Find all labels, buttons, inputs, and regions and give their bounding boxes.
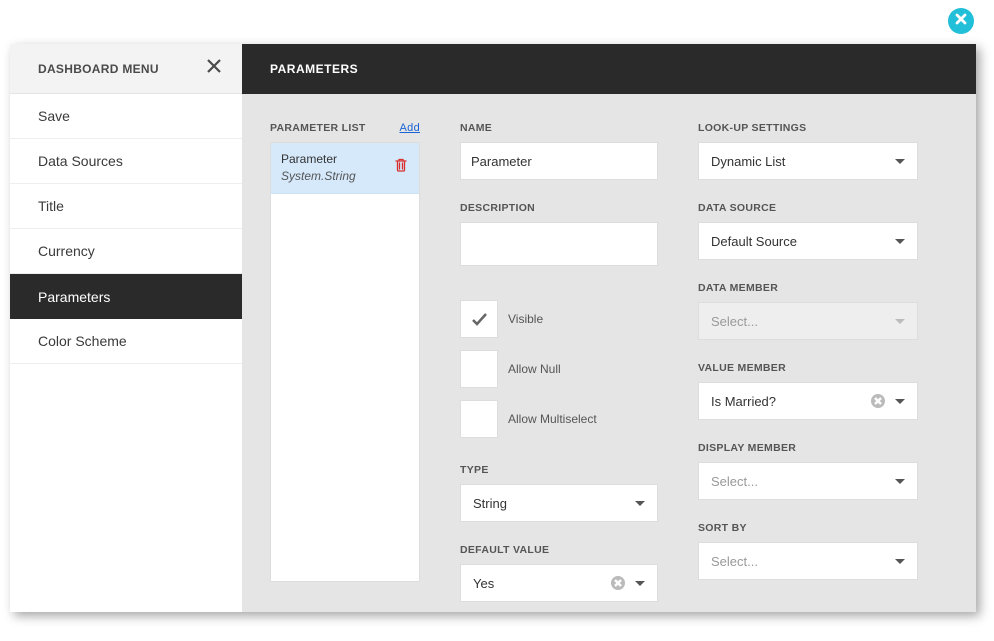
allow-multiselect-checkbox[interactable] [460, 400, 498, 438]
data-member-placeholder: Select... [711, 314, 758, 329]
name-label: NAME [460, 122, 658, 134]
clear-value-member-button[interactable] [871, 394, 885, 408]
menu-item-label: Data Sources [38, 153, 123, 169]
parameter-item-text: Parameter System.String [281, 151, 356, 185]
type-label: TYPE [460, 464, 658, 476]
main-header-title: PARAMETERS [270, 62, 358, 76]
menu-item-label: Parameters [38, 289, 110, 305]
chevron-down-icon [895, 559, 905, 564]
add-parameter-link[interactable]: Add [400, 122, 420, 134]
fields-column: NAME DESCRIPTION Visible [460, 122, 658, 612]
sidebar: DASHBOARD MENU Save Data Sources Title C… [10, 44, 242, 612]
menu-item-color-scheme[interactable]: Color Scheme [10, 319, 242, 364]
visible-label: Visible [508, 312, 543, 326]
value-member-select[interactable]: Is Married? [698, 382, 918, 420]
menu-item-parameters[interactable]: Parameters [10, 274, 242, 319]
main-header: PARAMETERS [242, 44, 976, 94]
lookup-settings-label: LOOK-UP SETTINGS [698, 122, 918, 134]
lookup-settings-select[interactable]: Dynamic List [698, 142, 918, 180]
value-member-value: Is Married? [711, 394, 776, 409]
data-member-label: DATA MEMBER [698, 282, 918, 294]
parameter-item-name: Parameter [281, 151, 356, 168]
allow-multiselect-label: Allow Multiselect [508, 412, 597, 426]
chevron-down-icon [895, 479, 905, 484]
menu-item-label: Currency [38, 243, 95, 259]
parameter-item-type: System.String [281, 168, 356, 185]
description-input[interactable] [460, 222, 658, 266]
data-source-value: Default Source [711, 234, 797, 249]
menu-item-label: Color Scheme [38, 333, 127, 349]
display-member-placeholder: Select... [711, 474, 758, 489]
type-value: String [473, 496, 507, 511]
parameter-list-item[interactable]: Parameter System.String [271, 143, 419, 194]
default-value-label: DEFAULT VALUE [460, 544, 658, 556]
menu-item-data-sources[interactable]: Data Sources [10, 139, 242, 184]
sort-by-label: SORT BY [698, 522, 918, 534]
close-button[interactable] [948, 8, 974, 34]
menu-item-save[interactable]: Save [10, 94, 242, 139]
data-source-select[interactable]: Default Source [698, 222, 918, 260]
type-select[interactable]: String [460, 484, 658, 522]
name-input[interactable] [460, 142, 658, 180]
clear-default-value-button[interactable] [611, 576, 625, 590]
delete-parameter-button[interactable] [393, 157, 409, 178]
main-area: PARAMETERS PARAMETER LIST Add Parameter … [242, 44, 976, 612]
allow-null-label: Allow Null [508, 362, 561, 376]
sidebar-title: DASHBOARD MENU [38, 62, 159, 76]
default-value-value: Yes [473, 576, 494, 591]
lookup-settings-value: Dynamic List [711, 154, 785, 169]
chevron-down-icon [635, 581, 645, 586]
menu-item-label: Title [38, 198, 64, 214]
chevron-down-icon [895, 239, 905, 244]
menu-item-title[interactable]: Title [10, 184, 242, 229]
close-icon [954, 12, 968, 31]
sort-by-select[interactable]: Select... [698, 542, 918, 580]
parameter-list: Parameter System.String [270, 142, 420, 582]
sidebar-close-button[interactable] [204, 56, 224, 81]
sort-by-placeholder: Select... [711, 554, 758, 569]
parameter-list-label: PARAMETER LIST Add [270, 122, 420, 134]
chevron-down-icon [895, 399, 905, 404]
visible-checkbox[interactable] [460, 300, 498, 338]
parameter-list-column: PARAMETER LIST Add Parameter System.Stri… [270, 122, 420, 612]
menu-item-currency[interactable]: Currency [10, 229, 242, 274]
main-body: PARAMETER LIST Add Parameter System.Stri… [242, 94, 976, 612]
data-source-label: DATA SOURCE [698, 202, 918, 214]
display-member-select[interactable]: Select... [698, 462, 918, 500]
chevron-down-icon [895, 159, 905, 164]
default-value-select[interactable]: Yes [460, 564, 658, 602]
display-member-label: DISPLAY MEMBER [698, 442, 918, 454]
description-label: DESCRIPTION [460, 202, 658, 214]
sidebar-header: DASHBOARD MENU [10, 44, 242, 94]
lookup-column: LOOK-UP SETTINGS Dynamic List DATA SOURC… [698, 122, 918, 612]
data-member-select: Select... [698, 302, 918, 340]
chevron-down-icon [895, 319, 905, 324]
chevron-down-icon [635, 501, 645, 506]
allow-null-checkbox[interactable] [460, 350, 498, 388]
dashboard-menu-panel: DASHBOARD MENU Save Data Sources Title C… [10, 44, 976, 612]
menu-item-label: Save [38, 108, 70, 124]
value-member-label: VALUE MEMBER [698, 362, 918, 374]
